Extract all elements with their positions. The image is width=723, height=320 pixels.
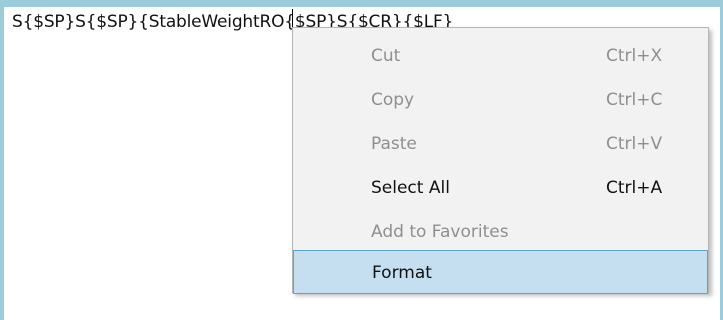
menu-item-cut[interactable]: Cut Ctrl+X [293, 34, 708, 78]
menu-item-format[interactable]: Format [293, 250, 708, 294]
menu-item-select-all[interactable]: Select All Ctrl+A [293, 166, 708, 210]
menu-item-label: Format [372, 263, 432, 283]
menu-item-shortcut: Ctrl+C [606, 90, 663, 110]
menu-item-label: Select All [371, 178, 450, 198]
menu-item-shortcut: Ctrl+A [606, 178, 663, 198]
editor-text-visible: S{$SP}S{$SP}{StableWeight [12, 12, 260, 32]
menu-item-label: Copy [371, 90, 415, 110]
editor-border-left [0, 0, 4, 320]
menu-item-paste[interactable]: Paste Ctrl+V [293, 122, 708, 166]
editor-border-top [0, 0, 723, 7]
menu-item-label: Paste [371, 134, 417, 154]
editor-window: S{$SP}S{$SP}{StableWeightRO{$SP}S{$CR}{$… [0, 0, 723, 320]
menu-item-label: Cut [371, 46, 401, 66]
menu-item-copy[interactable]: Copy Ctrl+C [293, 78, 708, 122]
menu-item-label: Add to Favorites [371, 222, 509, 242]
menu-item-add-to-favorites[interactable]: Add to Favorites [293, 210, 708, 254]
menu-item-shortcut: Ctrl+V [606, 134, 663, 154]
context-menu: Cut Ctrl+X Copy Ctrl+C Paste Ctrl+V Sele… [292, 27, 709, 294]
menu-item-shortcut: Ctrl+X [606, 46, 663, 66]
